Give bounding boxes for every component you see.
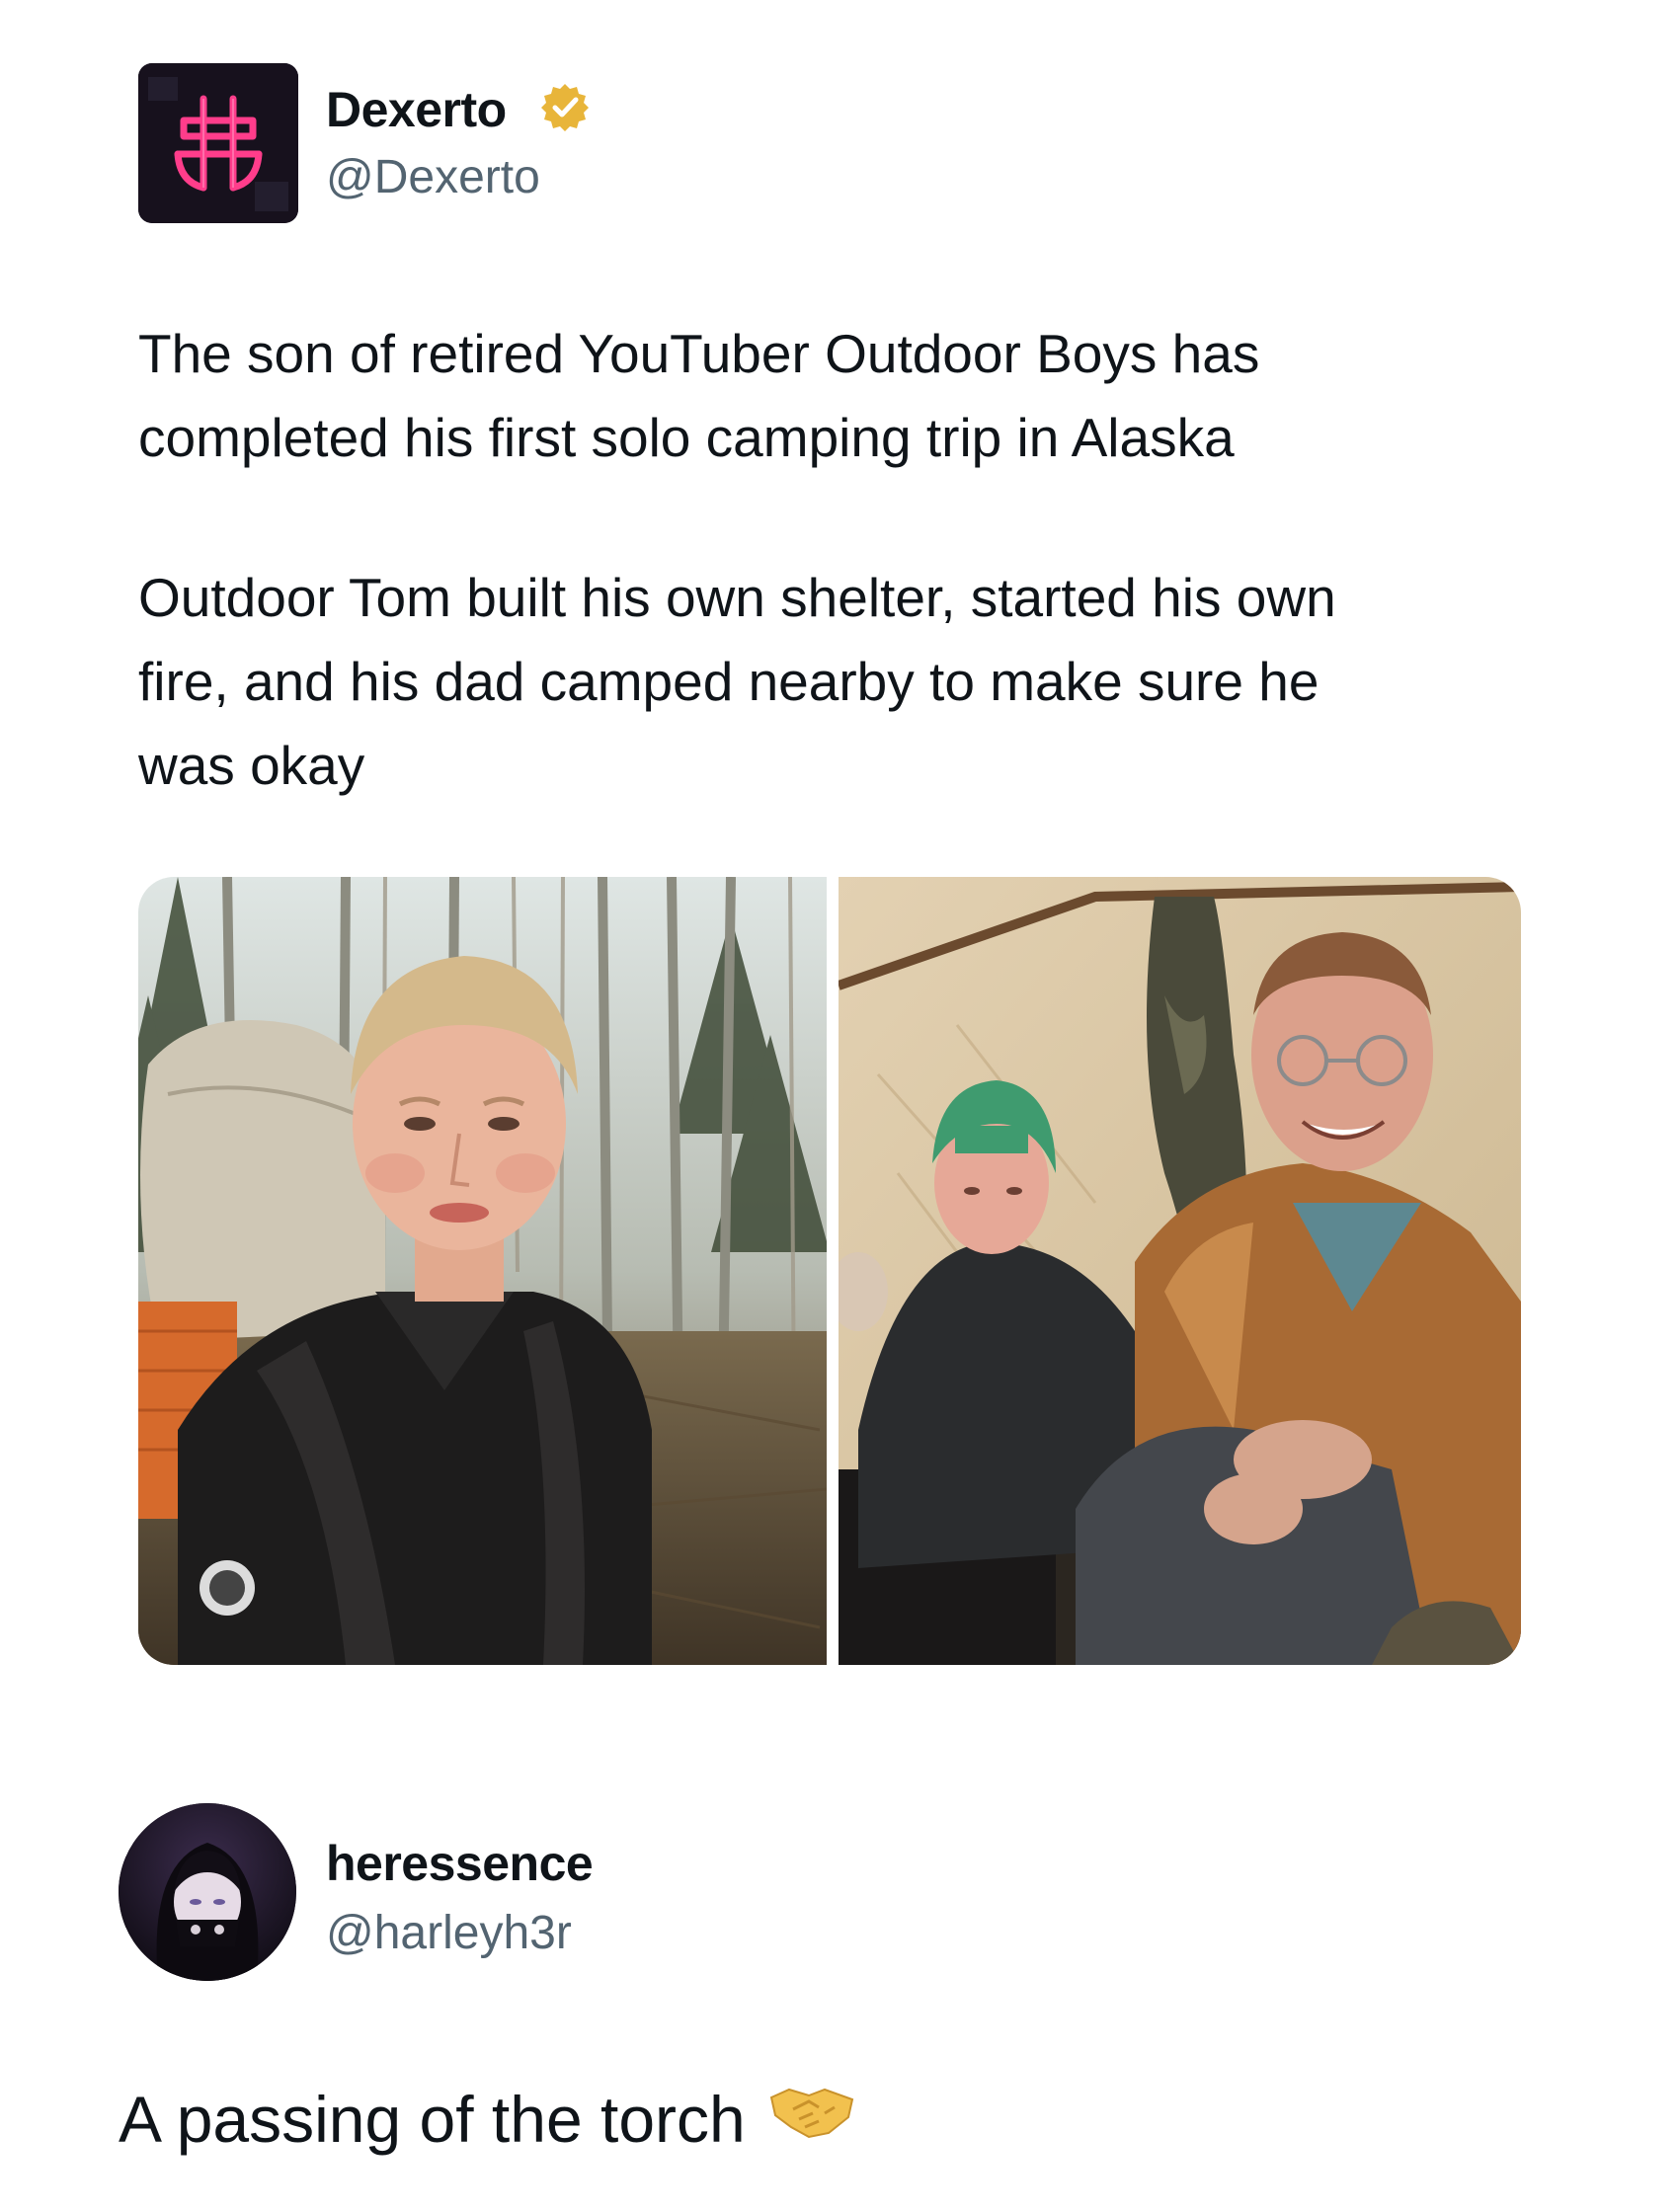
dexerto-logo-icon[interactable] [138, 63, 298, 223]
user-avatar-icon[interactable] [119, 1803, 296, 1981]
author-name[interactable]: Dexerto [326, 81, 507, 138]
reply-text: A passing of the torch [119, 2082, 746, 2156]
tweet-text-line: The son of retired YouTuber Outdoor Boys… [138, 323, 1260, 384]
tweet-text-line: was okay [138, 735, 365, 796]
photo-boy-in-forest[interactable] [138, 877, 827, 1665]
media-grid [138, 877, 1521, 1665]
handshake-icon [769, 2080, 854, 2158]
tweet-text-paragraph-1: The son of retired YouTuber Outdoor Boys… [138, 312, 1560, 480]
reply-author-handle[interactable]: @harleyh3r [326, 1906, 572, 1960]
reply-author-name[interactable]: heressence [326, 1835, 594, 1892]
tweet-text-line: fire, and his dad camped nearby to make … [138, 651, 1319, 712]
author-handle[interactable]: @Dexerto [326, 150, 540, 204]
tweet-text-line: completed his first solo camping trip in… [138, 407, 1235, 468]
tweet-text-paragraph-2: Outdoor Tom built his own shelter, start… [138, 556, 1560, 808]
photo-father-and-son-in-tent[interactable] [839, 877, 1521, 1665]
reply-text-row: A passing of the torch [119, 2080, 854, 2158]
tweet-text-line: Outdoor Tom built his own shelter, start… [138, 567, 1336, 628]
verified-badge-icon [539, 81, 591, 137]
